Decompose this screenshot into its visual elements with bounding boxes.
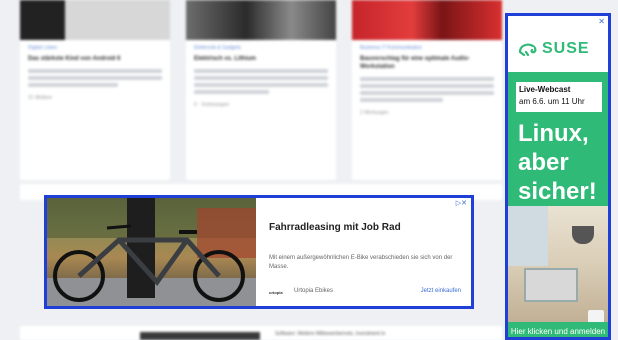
laptop-shape xyxy=(524,268,578,302)
text-line xyxy=(28,76,162,80)
bike-illustration xyxy=(47,198,256,306)
text-line xyxy=(194,69,328,73)
slogan-line: aber xyxy=(518,149,569,176)
article-image xyxy=(352,0,502,40)
bike-leasing-ad[interactable]: ▷✕ Fahrradleasing mit Job Rad Mit einem … xyxy=(44,195,474,309)
webcast-date: am 6.6. um 11 Uhr xyxy=(519,97,585,106)
text-line xyxy=(28,69,162,73)
text-line xyxy=(28,83,118,87)
article-card[interactable]: Elektronik & Gadgets Elektrisch vs. Lith… xyxy=(186,0,336,180)
next-article-row[interactable]: Software: Weitere Mitbewerbernetz, inves… xyxy=(20,326,502,340)
slogan-line: sicher! xyxy=(518,178,597,205)
article-category: Business IT Kommunikation xyxy=(360,45,422,51)
shop-now-link[interactable]: Jetzt einkaufen xyxy=(421,288,461,294)
article-title[interactable]: Das stärkste Kind von Android 6 xyxy=(28,55,162,63)
office-scene-image xyxy=(508,206,608,326)
article-thumbnail xyxy=(140,332,260,340)
ad-headline[interactable]: Fahrradleasing mit Job Rad xyxy=(269,222,401,233)
article-title[interactable]: Elektrisch vs. Lithium xyxy=(194,55,328,63)
text-line xyxy=(360,91,494,95)
article-meta: 2 Wertungen xyxy=(360,110,389,116)
adchoices-icon[interactable]: ▷✕ xyxy=(456,199,467,207)
ad-bike-photo[interactable] xyxy=(47,198,256,306)
article-category: Elektronik & Gadgets xyxy=(194,45,241,51)
text-line xyxy=(360,84,494,88)
ad-slogan: Linux, aber sicher! xyxy=(518,119,597,206)
suse-webcast-ad[interactable]: SUSE ✕ Live-Webcast am 6.6. um 11 Uhr Li… xyxy=(505,13,611,340)
article-title[interactable]: Software: Weitere Mitbewerbernetz, inves… xyxy=(275,331,385,337)
text-line xyxy=(194,76,328,80)
advertiser-name[interactable]: Urtopia Ebikes xyxy=(294,288,333,294)
article-meta: 6 · Vorlesungen xyxy=(194,102,230,108)
webcast-title: Live-Webcast xyxy=(519,85,571,94)
webcast-label: Live-Webcast am 6.6. um 11 Uhr xyxy=(516,82,602,112)
lamp-shape xyxy=(572,226,594,244)
brand-name: SUSE xyxy=(542,40,590,57)
article-title[interactable]: Bauvorschlag für eine optimale Audio-Wor… xyxy=(360,55,494,71)
article-image xyxy=(186,0,336,40)
ad-info: ▷✕ Fahrradleasing mit Job Rad Mit einem … xyxy=(256,198,471,306)
article-category: Digital Leben xyxy=(28,45,58,51)
chameleon-icon xyxy=(518,43,537,56)
article-card[interactable]: Business IT Kommunikation Bauvorschlag f… xyxy=(352,0,502,180)
advertiser-logo: urtopia xyxy=(269,290,283,295)
text-line xyxy=(194,83,328,87)
suse-logo[interactable]: SUSE xyxy=(518,40,590,58)
register-button[interactable]: Hier klicken und anmelden xyxy=(508,322,608,337)
slogan-line: Linux, xyxy=(518,120,589,147)
ad-body-text: Mit einem außergewöhnlichen E-Bike verab… xyxy=(269,255,453,270)
text-line xyxy=(194,90,269,94)
close-icon[interactable]: ✕ xyxy=(598,18,605,26)
text-line xyxy=(360,98,443,102)
suse-logo-area: SUSE ✕ xyxy=(508,16,608,72)
article-card[interactable]: Digital Leben Das stärkste Kind von Andr… xyxy=(20,0,170,180)
article-image xyxy=(20,0,170,40)
text-line xyxy=(360,77,494,81)
window-shape xyxy=(508,206,548,266)
article-meta: 21 Weitere xyxy=(28,95,53,101)
